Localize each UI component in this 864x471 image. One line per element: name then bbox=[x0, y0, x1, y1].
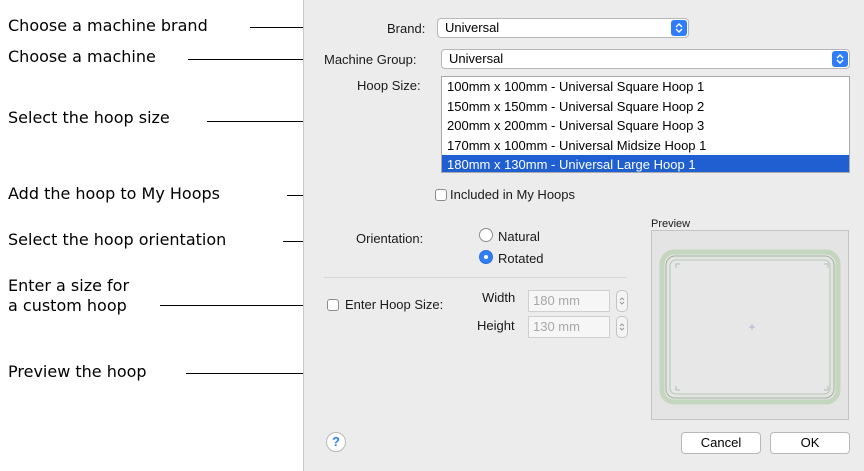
separator bbox=[324, 277, 627, 278]
callout-hoop-size: Select the hoop size bbox=[8, 108, 170, 127]
callout-my-hoops: Add the hoop to My Hoops bbox=[8, 184, 220, 203]
callout-preview: Preview the hoop bbox=[8, 362, 147, 381]
hoop-size-label: Hoop Size: bbox=[357, 78, 421, 93]
my-hoops-label[interactable]: Included in My Hoops bbox=[450, 187, 575, 202]
brand-label: Brand: bbox=[387, 21, 426, 36]
height-stepper[interactable] bbox=[616, 316, 628, 338]
orientation-label: Orientation: bbox=[356, 231, 424, 246]
hoop-preview bbox=[651, 230, 849, 420]
enter-hoop-size-label[interactable]: Enter Hoop Size: bbox=[345, 297, 443, 312]
help-button[interactable]: ? bbox=[326, 432, 346, 452]
cancel-button[interactable]: Cancel bbox=[681, 432, 761, 454]
hoop-size-list[interactable]: 100mm x 100mm - Universal Square Hoop 1 … bbox=[441, 76, 850, 173]
brand-select[interactable]: Universal bbox=[437, 18, 689, 38]
preview-label: Preview bbox=[651, 218, 691, 230]
height-input[interactable]: 130 mm bbox=[528, 316, 610, 338]
callout-orientation: Select the hoop orientation bbox=[8, 230, 227, 249]
callout-custom-line1: Enter a size for bbox=[8, 276, 130, 295]
updown-chevron-icon bbox=[619, 297, 625, 305]
width-stepper[interactable] bbox=[616, 290, 628, 312]
leader-line-custom bbox=[160, 305, 312, 306]
ok-button[interactable]: OK bbox=[770, 432, 850, 454]
hoop-list-item[interactable]: 100mm x 100mm - Universal Square Hoop 1 bbox=[442, 77, 849, 97]
hoop-dialog: Brand: Universal Machine Group: Universa… bbox=[303, 0, 864, 471]
my-hoops-checkbox[interactable] bbox=[435, 189, 447, 201]
machine-group-select-value: Universal bbox=[449, 51, 504, 66]
updown-chevron-icon bbox=[832, 51, 848, 67]
brand-select-value: Universal bbox=[445, 20, 500, 35]
callout-machine: Choose a machine bbox=[8, 47, 156, 66]
callout-brand: Choose a machine brand bbox=[8, 16, 208, 35]
width-input[interactable]: 180 mm bbox=[528, 290, 610, 312]
hoop-list-item-selected[interactable]: 180mm x 130mm - Universal Large Hoop 1 bbox=[442, 155, 849, 172]
hoop-list-item[interactable]: 200mm x 200mm - Universal Square Hoop 3 bbox=[442, 116, 849, 136]
updown-chevron-icon bbox=[619, 323, 625, 331]
width-label: Width bbox=[482, 290, 516, 305]
callout-custom-line2: a custom hoop bbox=[8, 296, 127, 315]
orientation-rotated-radio[interactable] bbox=[479, 250, 493, 264]
hoop-shape bbox=[659, 249, 841, 405]
hoop-list-item[interactable]: 170mm x 100mm - Universal Midsize Hoop 1 bbox=[442, 136, 849, 156]
orientation-natural-label[interactable]: Natural bbox=[498, 229, 540, 244]
height-label: Height bbox=[477, 318, 515, 333]
machine-group-select[interactable]: Universal bbox=[441, 49, 850, 69]
updown-chevron-icon bbox=[671, 20, 687, 36]
leader-line-machine bbox=[188, 59, 318, 60]
orientation-natural-radio[interactable] bbox=[479, 228, 493, 242]
hoop-list-item[interactable]: 150mm x 150mm - Universal Square Hoop 2 bbox=[442, 97, 849, 117]
orientation-rotated-label[interactable]: Rotated bbox=[498, 251, 544, 266]
enter-hoop-size-checkbox[interactable] bbox=[327, 299, 339, 311]
machine-group-label: Machine Group: bbox=[324, 52, 417, 67]
